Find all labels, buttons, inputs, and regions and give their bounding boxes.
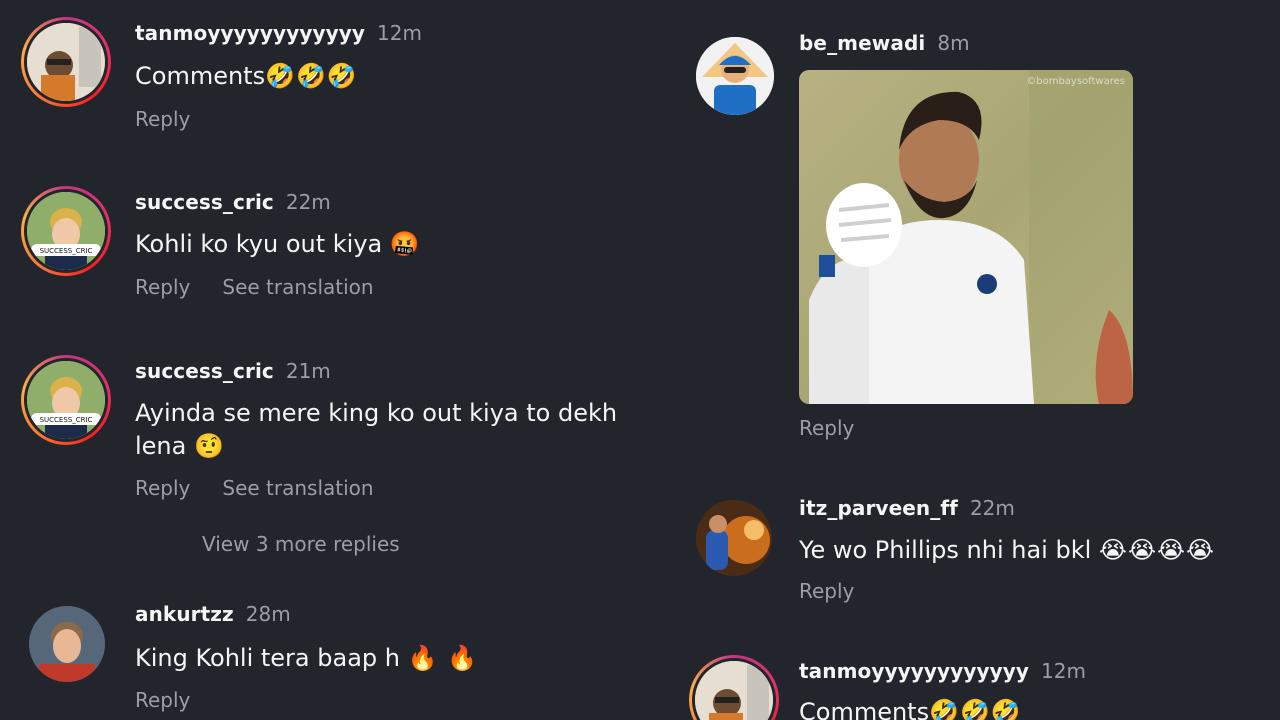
emoji-group: 🤣🤣🤣 xyxy=(929,698,1022,720)
comment-item: tanmoyyyyyyyyyyyy 12m Comments🤣🤣🤣 xyxy=(640,640,1280,720)
comment-meta: itz_parveen_ff 22m xyxy=(799,496,1015,520)
avatar[interactable] xyxy=(696,500,772,576)
svg-text:SUCCESS_CRIC: SUCCESS_CRIC xyxy=(40,247,93,255)
gif-watermark: ©bombaysoftwares xyxy=(1026,76,1125,87)
reply-button[interactable]: Reply xyxy=(135,688,190,712)
avatar-image: SUCCESS_CRIC xyxy=(24,189,108,273)
avatar[interactable] xyxy=(21,17,111,107)
avatar-figure-icon xyxy=(27,23,105,101)
comment-text: King Kohli tera baap h 🔥 🔥 xyxy=(135,642,615,675)
avatar-image xyxy=(24,20,108,104)
comment-text: Comments🤣🤣🤣 xyxy=(135,60,615,93)
avatar-figure-icon xyxy=(695,661,773,720)
reply-button[interactable]: Reply xyxy=(135,476,190,500)
avatar-art-icon xyxy=(696,500,772,576)
comment-body: Ye wo Phillips nhi hai bkl xyxy=(799,536,1092,564)
comment-meta: tanmoyyyyyyyyyyyy 12m xyxy=(799,659,1086,683)
avatar-image xyxy=(692,658,776,720)
comment-meta: success_cric 21m xyxy=(135,359,331,383)
comment-meta: ankurtzz 28m xyxy=(135,602,291,626)
username[interactable]: tanmoyyyyyyyyyyyy xyxy=(135,21,365,45)
comment-item: tanmoyyyyyyyyyyyy 12m Comments🤣🤣🤣 Reply xyxy=(0,0,640,150)
comment-text: Kohli ko kyu out kiya 🤬 xyxy=(135,228,615,261)
timestamp: 8m xyxy=(937,31,970,55)
avatar[interactable] xyxy=(29,606,105,682)
comment-text: Ye wo Phillips nhi hai bkl 😭😭😭😭 xyxy=(799,534,1269,567)
username[interactable]: success_cric xyxy=(135,190,274,214)
comment-actions: Reply See translation xyxy=(135,476,374,500)
username[interactable]: itz_parveen_ff xyxy=(799,496,958,520)
username[interactable]: success_cric xyxy=(135,359,274,383)
comment-meta: be_mewadi 8m xyxy=(799,31,970,55)
timestamp: 12m xyxy=(377,21,422,45)
emoji-group: 😭😭😭😭 xyxy=(1098,536,1216,564)
emoji-group: 🤨 xyxy=(194,432,225,460)
timestamp: 22m xyxy=(969,496,1015,520)
comment-actions: Reply xyxy=(799,416,854,440)
comment-item: itz_parveen_ff 22m Ye wo Phillips nhi hai… xyxy=(640,480,1280,620)
avatar-image xyxy=(696,500,772,576)
avatar[interactable] xyxy=(689,655,779,720)
emoji-group: 🔥 🔥 xyxy=(407,644,479,672)
timestamp: 21m xyxy=(285,359,331,383)
username[interactable]: be_mewadi xyxy=(799,31,925,55)
avatar[interactable] xyxy=(696,37,774,115)
comment-actions: Reply See translation xyxy=(135,275,374,299)
comment-actions: Reply xyxy=(799,579,854,603)
comment-body: Comments xyxy=(135,62,266,90)
comment-item: SUCCESS_CRIC success_cric 22m Kohli ko ky… xyxy=(0,170,640,320)
emoji-group: 🤣🤣🤣 xyxy=(265,62,358,90)
avatar-face-icon xyxy=(29,606,105,682)
svg-text:SUCCESS_CRIC: SUCCESS_CRIC xyxy=(40,416,93,424)
view-more-replies-button[interactable]: View 3 more replies xyxy=(202,532,400,556)
comments-column-left: tanmoyyyyyyyyyyyy 12m Comments🤣🤣🤣 Reply S… xyxy=(0,0,640,720)
timestamp: 22m xyxy=(285,190,331,214)
emoji-group: 🤬 xyxy=(389,230,421,258)
comment-meta: tanmoyyyyyyyyyyyy 12m xyxy=(135,21,422,45)
comment-item: be_mewadi 8m ©bombaysoftwares Reply xyxy=(640,0,1280,460)
comment-actions: Reply xyxy=(135,107,190,131)
timestamp: 12m xyxy=(1041,659,1086,683)
avatar-face-icon: SUCCESS_CRIC xyxy=(27,361,105,439)
reply-button[interactable]: Reply xyxy=(135,275,190,299)
comment-text: Ayinda se mere king ko out kiya to dekh … xyxy=(135,397,625,463)
comments-column-right: be_mewadi 8m ©bombaysoftwares Reply itz_… xyxy=(640,0,1280,720)
see-translation-button[interactable]: See translation xyxy=(222,476,373,500)
avatar[interactable]: SUCCESS_CRIC xyxy=(21,355,111,445)
see-translation-button[interactable]: See translation xyxy=(222,275,373,299)
reply-button[interactable]: Reply xyxy=(799,579,854,603)
reply-button[interactable]: Reply xyxy=(135,107,190,131)
username[interactable]: ankurtzz xyxy=(135,602,234,626)
avatar-face-icon: SUCCESS_CRIC xyxy=(27,192,105,270)
comment-item: ankurtzz 28m King Kohli tera baap h 🔥 🔥 R… xyxy=(0,590,640,720)
comment-body: King Kohli tera baap h xyxy=(135,644,400,672)
timestamp: 28m xyxy=(245,602,291,626)
avatar-image xyxy=(29,606,105,682)
cricketer-gif-illustration xyxy=(799,70,1133,404)
comment-body: Kohli ko kyu out kiya xyxy=(135,230,383,258)
comment-text: Comments🤣🤣🤣 xyxy=(799,696,1269,720)
username[interactable]: tanmoyyyyyyyyyyyy xyxy=(799,659,1029,683)
comment-body: Comments xyxy=(799,698,930,720)
comment-item: SUCCESS_CRIC success_cric 21m Ayinda se m… xyxy=(0,339,640,569)
comment-meta: success_cric 22m xyxy=(135,190,331,214)
comment-actions: Reply xyxy=(135,688,190,712)
avatar-cartoon-icon xyxy=(696,37,774,115)
avatar[interactable]: SUCCESS_CRIC xyxy=(21,186,111,276)
avatar-image xyxy=(696,37,774,115)
reply-button[interactable]: Reply xyxy=(799,416,854,440)
gif-image[interactable]: ©bombaysoftwares xyxy=(799,70,1133,404)
avatar-image: SUCCESS_CRIC xyxy=(24,358,108,442)
